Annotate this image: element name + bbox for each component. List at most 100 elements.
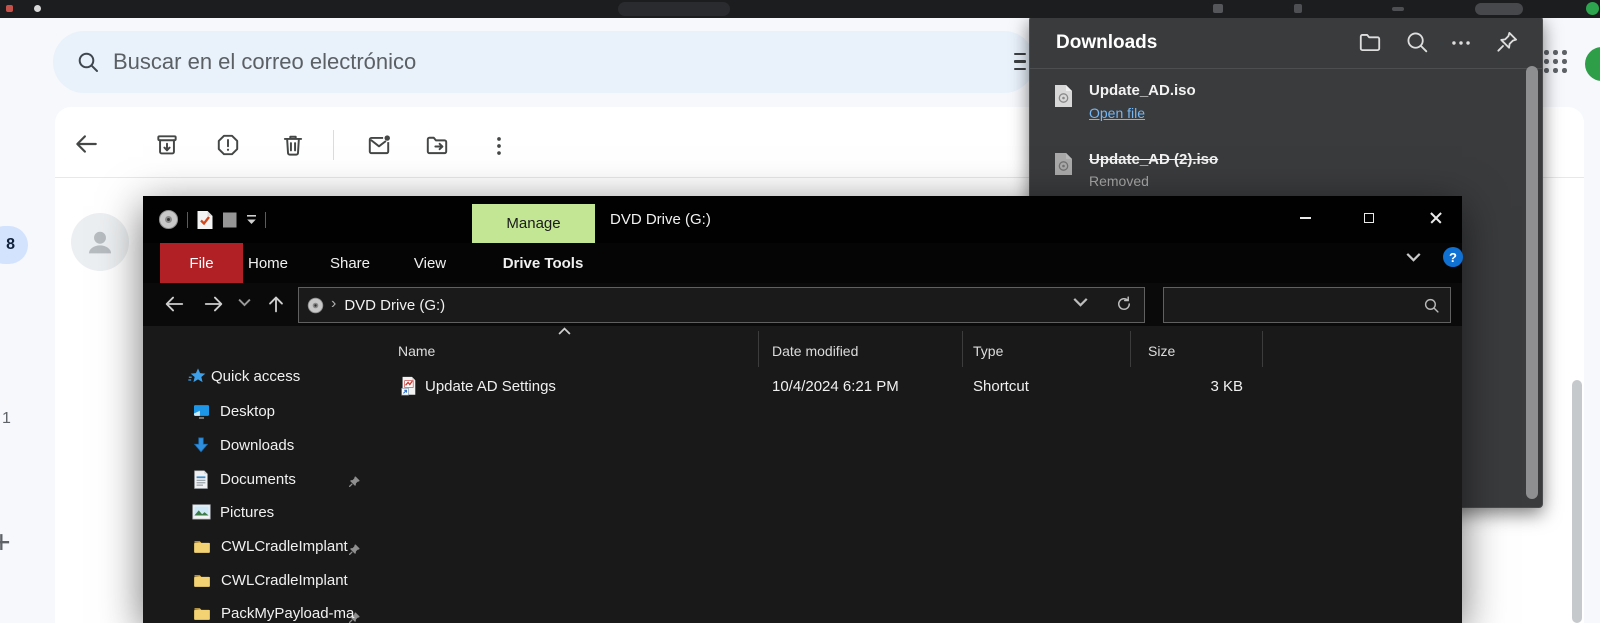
recent-locations-icon[interactable] bbox=[238, 298, 251, 311]
maximize-button[interactable] bbox=[1352, 203, 1386, 233]
column-divider[interactable] bbox=[1130, 331, 1131, 367]
tab-share[interactable]: Share bbox=[330, 243, 370, 283]
active-tab[interactable] bbox=[618, 2, 730, 16]
expand-ribbon-icon[interactable] bbox=[1406, 252, 1421, 267]
tab-home[interactable]: Home bbox=[248, 243, 288, 283]
qat-divider bbox=[187, 212, 188, 228]
breadcrumb-separator: › bbox=[331, 295, 336, 313]
download-file-name: Update_AD (2).iso bbox=[1089, 151, 1218, 168]
refresh-icon[interactable] bbox=[1115, 295, 1133, 313]
download-toolbar-icon[interactable] bbox=[1213, 4, 1223, 13]
download-status: Removed bbox=[1089, 173, 1149, 189]
file-type: Shortcut bbox=[973, 378, 1029, 395]
column-header-size[interactable]: Size bbox=[1148, 343, 1175, 359]
address-dropdown-icon[interactable] bbox=[1073, 297, 1088, 312]
explorer-content: Quick access Desktop Downloads bbox=[143, 326, 1462, 623]
browser-menu-icon[interactable] bbox=[1392, 7, 1404, 11]
downloads-title: Downloads bbox=[1056, 32, 1157, 54]
inbox-count-badge[interactable]: 8 bbox=[0, 226, 28, 264]
tab-favicon[interactable] bbox=[6, 5, 13, 12]
sidebar-item-quick-access[interactable]: Quick access bbox=[143, 362, 372, 390]
pin-flyout-icon[interactable] bbox=[1494, 29, 1520, 55]
sidebar-label: Quick access bbox=[211, 368, 300, 385]
open-downloads-folder-icon[interactable] bbox=[1357, 29, 1383, 55]
column-divider[interactable] bbox=[758, 331, 759, 367]
tab-favicon[interactable] bbox=[34, 5, 41, 12]
delete-icon[interactable] bbox=[280, 132, 306, 158]
explorer-search-input[interactable] bbox=[1172, 290, 1422, 320]
minimize-button[interactable] bbox=[1288, 203, 1322, 233]
tab-view[interactable]: View bbox=[414, 243, 446, 283]
file-name[interactable]: Update AD Settings bbox=[425, 378, 556, 395]
pictures-icon bbox=[192, 504, 211, 520]
sidebar-item-documents[interactable]: Documents bbox=[143, 465, 372, 493]
page-scrollbar[interactable] bbox=[1572, 380, 1582, 623]
sort-ascending-icon bbox=[558, 327, 571, 336]
browser-profile-avatar[interactable] bbox=[1586, 2, 1599, 15]
iso-file-icon bbox=[1054, 84, 1073, 108]
downloads-more-icon[interactable] bbox=[1448, 30, 1474, 56]
new-folder-icon[interactable] bbox=[222, 211, 238, 229]
gmail-search-bar[interactable] bbox=[53, 31, 1035, 93]
sidebar-label: CWLCradleImplant bbox=[221, 538, 348, 555]
sender-avatar[interactable] bbox=[71, 213, 129, 271]
sidebar-label: CWLCradleImplant bbox=[221, 572, 348, 589]
nav-forward-icon[interactable] bbox=[203, 293, 225, 315]
rail-plus-label[interactable]: + bbox=[0, 524, 11, 561]
sidebar-item-folder[interactable]: CWLCradleImplant bbox=[143, 532, 372, 560]
downloads-arrow-icon bbox=[192, 436, 210, 454]
account-avatar[interactable] bbox=[1585, 47, 1600, 81]
nav-back-icon[interactable] bbox=[163, 293, 185, 315]
quick-access-star-icon bbox=[188, 366, 208, 386]
browser-tab-strip bbox=[0, 0, 1600, 18]
search-downloads-icon[interactable] bbox=[1404, 29, 1430, 55]
sidebar-item-downloads[interactable]: Downloads bbox=[143, 431, 372, 459]
close-button[interactable] bbox=[1419, 203, 1453, 233]
sidebar-label: Desktop bbox=[220, 403, 275, 420]
more-options-icon[interactable] bbox=[486, 133, 512, 159]
sidebar-item-pictures[interactable]: Pictures bbox=[143, 498, 372, 526]
help-button[interactable]: ? bbox=[1443, 247, 1463, 267]
manage-context-tab[interactable]: Manage bbox=[472, 204, 595, 243]
open-file-link[interactable]: Open file bbox=[1089, 105, 1145, 121]
report-spam-icon[interactable] bbox=[215, 132, 241, 158]
column-header-type[interactable]: Type bbox=[973, 343, 1003, 359]
google-apps-grid-icon[interactable] bbox=[1544, 50, 1567, 73]
toolbar-divider bbox=[333, 130, 334, 160]
flyout-scrollbar[interactable] bbox=[1526, 66, 1538, 499]
shortcut-file-icon bbox=[400, 376, 417, 395]
column-divider[interactable] bbox=[1262, 331, 1263, 367]
sidebar-label: Documents bbox=[220, 471, 296, 488]
desktop-icon bbox=[192, 402, 211, 421]
column-header-date[interactable]: Date modified bbox=[772, 343, 858, 359]
tab-file[interactable]: File bbox=[160, 243, 243, 283]
drive-icon bbox=[307, 297, 324, 314]
search-options-icon[interactable] bbox=[1014, 53, 1027, 73]
sidebar-item-desktop[interactable]: Desktop bbox=[143, 397, 372, 425]
back-icon[interactable] bbox=[73, 131, 99, 157]
breadcrumb-path[interactable]: DVD Drive (G:) bbox=[344, 297, 445, 314]
sidebar-item-folder[interactable]: CWLCradleImplant bbox=[143, 566, 372, 594]
properties-icon[interactable] bbox=[196, 210, 214, 230]
nav-up-icon[interactable] bbox=[265, 293, 287, 315]
move-to-folder-icon[interactable] bbox=[424, 132, 450, 158]
address-bar[interactable]: › DVD Drive (G:) bbox=[298, 287, 1145, 323]
sidebar-item-folder[interactable]: PackMyPayload-ma bbox=[143, 599, 372, 623]
column-divider[interactable] bbox=[962, 331, 963, 367]
browser-profile-button[interactable] bbox=[1475, 3, 1523, 15]
explorer-search-box[interactable] bbox=[1163, 287, 1451, 323]
archive-icon[interactable] bbox=[154, 132, 180, 158]
search-input[interactable] bbox=[113, 49, 873, 75]
qat-customize-icon[interactable] bbox=[246, 214, 257, 226]
tab-drive-tools[interactable]: Drive Tools bbox=[503, 243, 584, 283]
iso-file-icon bbox=[1054, 152, 1073, 176]
column-header-name[interactable]: Name bbox=[398, 343, 435, 359]
qat-divider bbox=[265, 212, 266, 228]
explorer-titlebar[interactable]: Manage DVD Drive (G:) bbox=[143, 196, 1462, 243]
extension-icon[interactable] bbox=[1294, 4, 1302, 13]
person-icon bbox=[83, 225, 117, 259]
download-file-name: Update_AD.iso bbox=[1089, 82, 1196, 99]
folder-icon bbox=[193, 573, 211, 588]
mark-unread-icon[interactable] bbox=[366, 132, 392, 158]
address-bar-row: › DVD Drive (G:) bbox=[143, 283, 1462, 326]
